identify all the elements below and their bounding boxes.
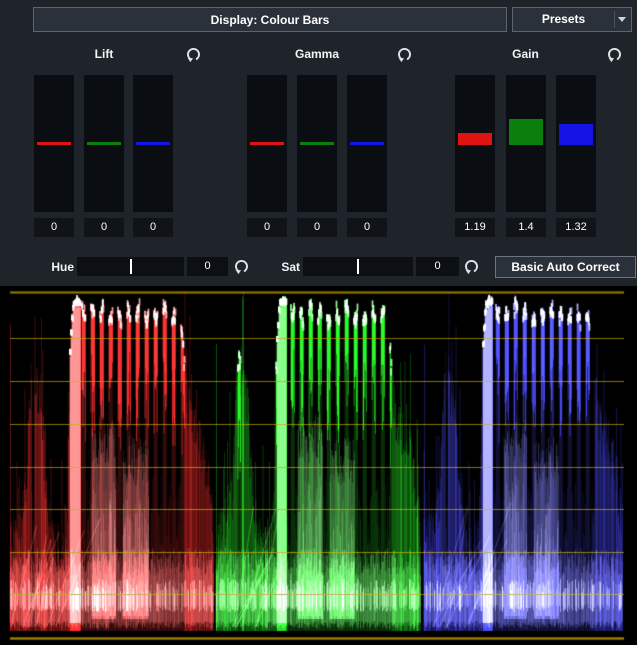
hue-label: Hue — [40, 260, 74, 274]
gain-red-handle[interactable] — [458, 133, 492, 145]
basic-auto-correct-label: Basic Auto Correct — [496, 257, 635, 277]
sat-label: Sat — [268, 260, 300, 274]
gamma-blue-handle[interactable] — [350, 142, 384, 145]
gain-blue-slider[interactable] — [556, 75, 596, 212]
gain-blue-value[interactable]: 1.32 — [556, 218, 596, 237]
colour-correction-panel: Display: Colour Bars Presets Lift Gamma … — [0, 0, 637, 645]
hue-value[interactable]: 0 — [187, 257, 228, 276]
gamma-section-label: Gamma — [247, 47, 387, 61]
gamma-red-value[interactable]: 0 — [247, 218, 287, 237]
gain-blue-handle[interactable] — [559, 124, 593, 145]
lift-reset-icon[interactable] — [185, 46, 202, 63]
presets-divider — [614, 11, 615, 28]
sat-reset-icon[interactable] — [463, 258, 480, 275]
lift-blue-slider[interactable] — [133, 75, 173, 212]
gain-red-value[interactable]: 1.19 — [455, 218, 495, 237]
gamma-blue-value[interactable]: 0 — [347, 218, 387, 237]
hue-slider[interactable] — [77, 257, 184, 276]
lift-red-value[interactable]: 0 — [34, 218, 74, 237]
gamma-red-slider[interactable] — [247, 75, 287, 212]
chevron-down-icon[interactable] — [618, 17, 626, 22]
display-source-label: Display: Colour Bars — [34, 8, 506, 31]
hue-reset-icon[interactable] — [233, 258, 250, 275]
sat-slider[interactable] — [303, 257, 413, 276]
presets-label: Presets — [513, 8, 614, 31]
lift-blue-handle[interactable] — [136, 142, 170, 145]
presets-dropdown[interactable]: Presets — [512, 7, 632, 32]
gain-red-slider[interactable] — [455, 75, 495, 212]
lift-green-handle[interactable] — [87, 142, 121, 145]
hue-slider-handle[interactable] — [130, 259, 132, 274]
gamma-green-handle[interactable] — [300, 142, 334, 145]
lift-green-slider[interactable] — [84, 75, 124, 212]
gamma-blue-slider[interactable] — [347, 75, 387, 212]
gain-green-value[interactable]: 1.4 — [506, 218, 546, 237]
basic-auto-correct-button[interactable]: Basic Auto Correct — [495, 256, 636, 278]
lift-blue-value[interactable]: 0 — [133, 218, 173, 237]
lift-red-handle[interactable] — [37, 142, 71, 145]
lift-section-label: Lift — [34, 47, 174, 61]
lift-red-slider[interactable] — [34, 75, 74, 212]
gain-green-slider[interactable] — [506, 75, 546, 212]
gain-reset-icon[interactable] — [606, 46, 623, 63]
lift-green-value[interactable]: 0 — [84, 218, 124, 237]
gain-green-handle[interactable] — [509, 119, 543, 145]
gamma-green-slider[interactable] — [297, 75, 337, 212]
sat-slider-handle[interactable] — [357, 259, 359, 274]
gain-section-label: Gain — [455, 47, 596, 61]
gamma-red-handle[interactable] — [250, 142, 284, 145]
gamma-reset-icon[interactable] — [396, 46, 413, 63]
sat-value[interactable]: 0 — [416, 257, 459, 276]
display-source-button[interactable]: Display: Colour Bars — [33, 7, 507, 32]
waveform-scope — [0, 286, 637, 645]
gamma-green-value[interactable]: 0 — [297, 218, 337, 237]
